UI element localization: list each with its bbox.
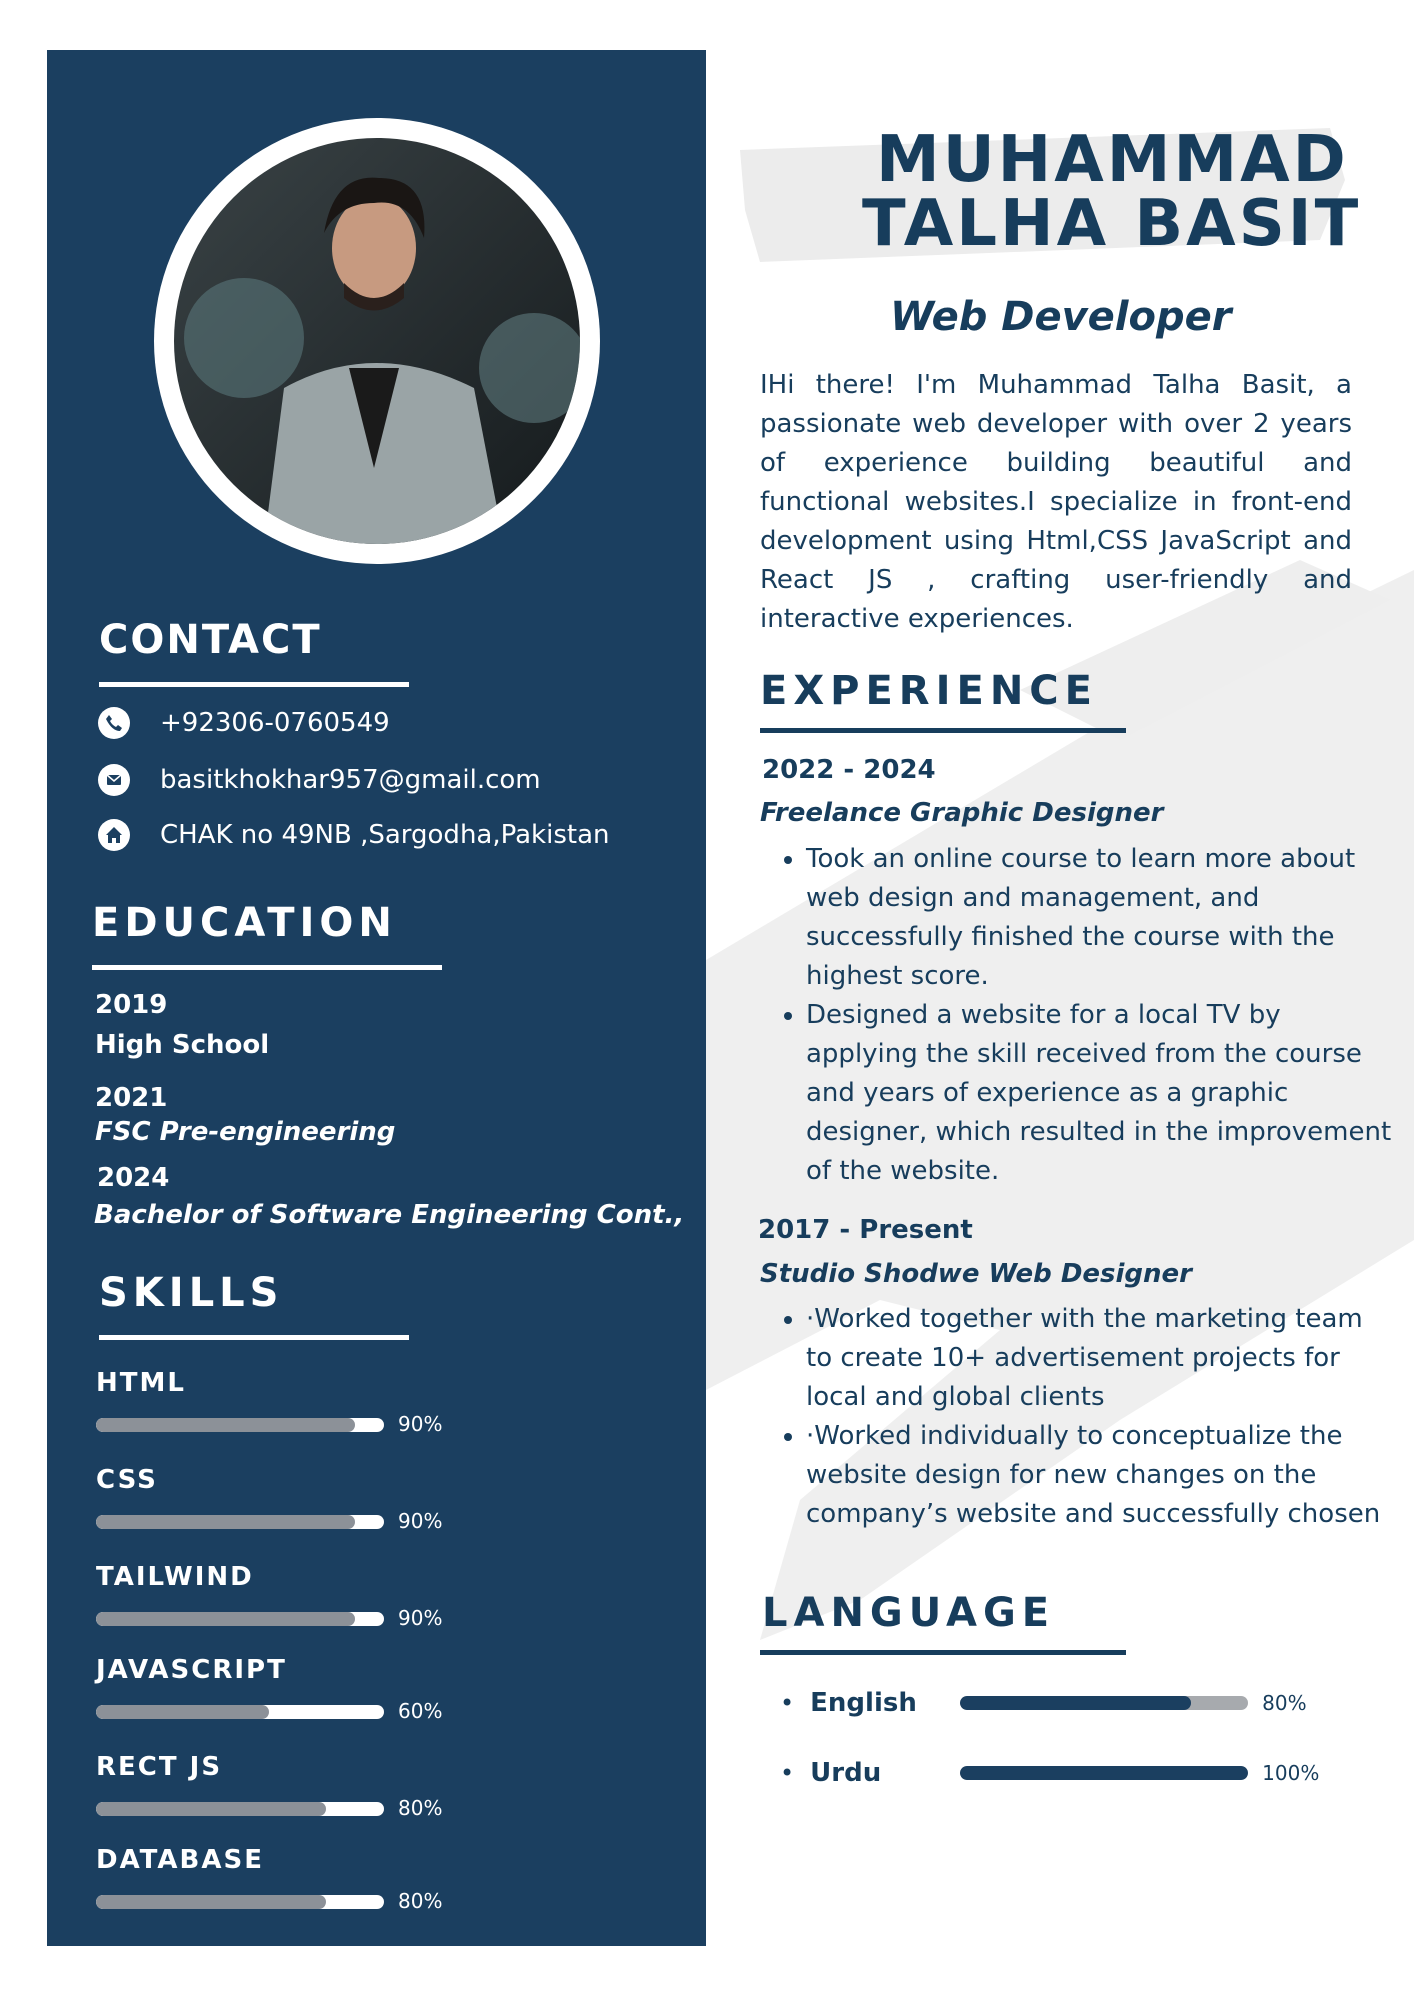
contact-phone-text: +92306-0760549 — [160, 708, 390, 738]
language-urdu-bar — [960, 1766, 1249, 1780]
skill-label: DATABASE — [96, 1845, 264, 1875]
job-1-role: Freelance Graphic Designer — [760, 798, 1164, 828]
summary-paragraph: IHi there! I'm Muhammad Talha Basit, a p… — [760, 370, 1352, 634]
contact-heading: CONTACT — [99, 617, 322, 663]
home-icon — [98, 819, 130, 851]
skill-label: RECT JS — [96, 1752, 223, 1782]
skill-bar — [96, 1612, 384, 1626]
skill-percent: 90% — [398, 1606, 443, 1630]
contact-phone[interactable]: +92306-0760549 — [98, 705, 390, 741]
experience-divider — [760, 728, 1126, 733]
job-1-bullet-1: Took an online course to learn more abou… — [806, 840, 1396, 996]
bullet-icon: • — [780, 1759, 795, 1787]
skill-bar — [96, 1895, 384, 1909]
skill-percent: 80% — [398, 1796, 443, 1820]
language-english-bar — [960, 1696, 1249, 1710]
language-urdu-label: Urdu — [810, 1758, 882, 1788]
education-year-2: 2021 — [95, 1083, 168, 1113]
skill-bar — [96, 1802, 384, 1816]
education-title-1: High School — [95, 1030, 270, 1060]
skill-bar-fill — [96, 1895, 327, 1909]
job-1-bullet-2: Designed a website for a local TV by app… — [806, 996, 1396, 1191]
skill-label: CSS — [96, 1465, 158, 1495]
language-english-label: English — [810, 1688, 917, 1718]
job-2-role: Studio Shodwe Web Designer — [760, 1259, 1193, 1289]
skill-label: HTML — [96, 1368, 186, 1398]
experience-heading: EXPERIENCE — [760, 668, 1098, 714]
mail-icon — [98, 764, 130, 796]
skills-divider — [99, 1335, 409, 1340]
phone-icon — [98, 707, 130, 739]
job-1-period: 2022 - 2024 — [762, 755, 936, 785]
skill-bar-fill — [96, 1612, 356, 1626]
language-divider — [760, 1650, 1126, 1655]
contact-address-text: CHAK no 49NB ,Sargodha,Pakistan — [160, 820, 610, 850]
skill-bar — [96, 1705, 384, 1719]
contact-address: CHAK no 49NB ,Sargodha,Pakistan — [98, 817, 610, 853]
language-english: • English 80% — [780, 1688, 1307, 1718]
job-title: Web Developer — [890, 294, 1232, 340]
skill-bar — [96, 1418, 384, 1432]
skill-percent: 80% — [398, 1889, 443, 1913]
job-2-bullets: ·Worked together with the marketing team… — [760, 1300, 1396, 1534]
job-2-bullet-1: ·Worked together with the marketing team… — [806, 1300, 1396, 1417]
skill-label: JAVASCRIPT — [96, 1655, 287, 1685]
education-title-3: Bachelor of Software Engineering Cont., — [94, 1200, 685, 1230]
bullet-icon: • — [780, 1689, 795, 1717]
skill-bar-fill — [96, 1705, 269, 1719]
skill-bar-fill — [96, 1515, 356, 1529]
name-line-2: TALHA BASIT — [862, 187, 1362, 261]
language-heading: LANGUAGE — [762, 1590, 1056, 1636]
name-line-1: MUHAMMAD — [876, 123, 1349, 197]
contact-email-text: basitkhokhar957@gmail.com — [160, 765, 541, 795]
skill-bar-fill — [96, 1418, 356, 1432]
education-divider — [92, 965, 442, 970]
skill-percent: 60% — [398, 1699, 443, 1723]
contact-email[interactable]: basitkhokhar957@gmail.com — [98, 762, 541, 798]
job-2-period: 2017 - Present — [758, 1215, 973, 1245]
skill-percent: 90% — [398, 1412, 443, 1436]
education-year-1: 2019 — [95, 990, 168, 1020]
skill-label: TAILWIND — [96, 1562, 254, 1592]
skills-heading: SKILLS — [99, 1270, 284, 1316]
education-year-3: 2024 — [97, 1163, 170, 1193]
language-urdu-pct: 100% — [1262, 1761, 1320, 1785]
skill-bar — [96, 1515, 384, 1529]
job-1-bullets: Took an online course to learn more abou… — [760, 840, 1396, 1191]
education-heading: EDUCATION — [92, 900, 397, 946]
skill-percent: 90% — [398, 1509, 443, 1533]
profile-photo — [174, 138, 580, 544]
language-english-pct: 80% — [1262, 1691, 1307, 1715]
language-urdu: • Urdu 100% — [780, 1758, 1319, 1788]
contact-divider — [99, 682, 409, 687]
job-2-bullet-2: ·Worked individually to conceptualize th… — [806, 1417, 1396, 1534]
skill-bar-fill — [96, 1802, 327, 1816]
education-title-2: FSC Pre-engineering — [95, 1117, 396, 1147]
